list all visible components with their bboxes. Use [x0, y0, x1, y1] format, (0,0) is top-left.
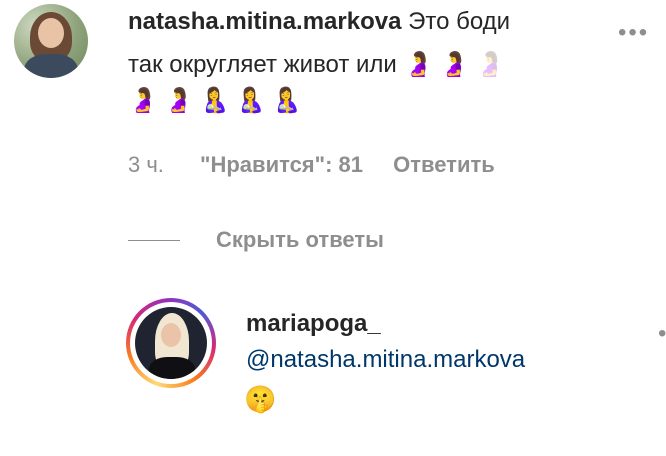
pregnant-woman-emoji: 🤰 [163, 87, 194, 114]
comment-username[interactable]: natasha.mitina.markova [128, 8, 401, 35]
avatar-body [24, 54, 78, 78]
avatar-face [161, 323, 181, 347]
reply-mention-link[interactable]: @natasha.mitina.markova [246, 346, 525, 374]
comment-meta: 3 ч. "Нравится": 81 Ответить [128, 152, 495, 178]
comment-emoji-line: 🤰 🤰 🤱 🤱 🤱 [128, 86, 307, 115]
reply-username[interactable]: mariapoga_ [246, 310, 381, 338]
reply-button[interactable]: Ответить [393, 152, 495, 177]
breastfeeding-emoji: 🤱 [199, 87, 230, 114]
comment-text-start: Это боди [408, 8, 511, 35]
pregnant-woman-emoji: 🤰 [439, 51, 470, 78]
pregnant-woman-emoji: 🤰 [403, 51, 434, 78]
reply-avatar[interactable] [135, 307, 207, 379]
breastfeeding-emoji: 🤱 [235, 87, 266, 114]
reply-more-options-icon[interactable]: • [658, 320, 666, 348]
replies-divider [128, 240, 180, 241]
comment-second-line: так округляет живот или 🤰 🤰 🤰 [128, 50, 511, 79]
comment-text-continued: так округляет живот или [128, 51, 397, 78]
comment-time[interactable]: 3 ч. [128, 152, 164, 177]
avatar-body [149, 357, 195, 379]
commenter-avatar[interactable] [14, 4, 88, 78]
breastfeeding-emoji: 🤱 [271, 87, 302, 114]
comment-first-line: natasha.mitina.markova Это боди [128, 8, 628, 36]
avatar-face [38, 18, 64, 48]
comment-likes-count[interactable]: "Нравится": 81 [200, 152, 363, 177]
comment-more-options-icon[interactable]: ••• [618, 21, 649, 45]
shushing-face-emoji: 🤫 [244, 384, 277, 414]
hide-replies-button[interactable]: Скрыть ответы [216, 227, 384, 253]
pregnant-woman-emoji: 🤰 [475, 51, 506, 78]
pregnant-woman-emoji: 🤰 [128, 87, 158, 114]
